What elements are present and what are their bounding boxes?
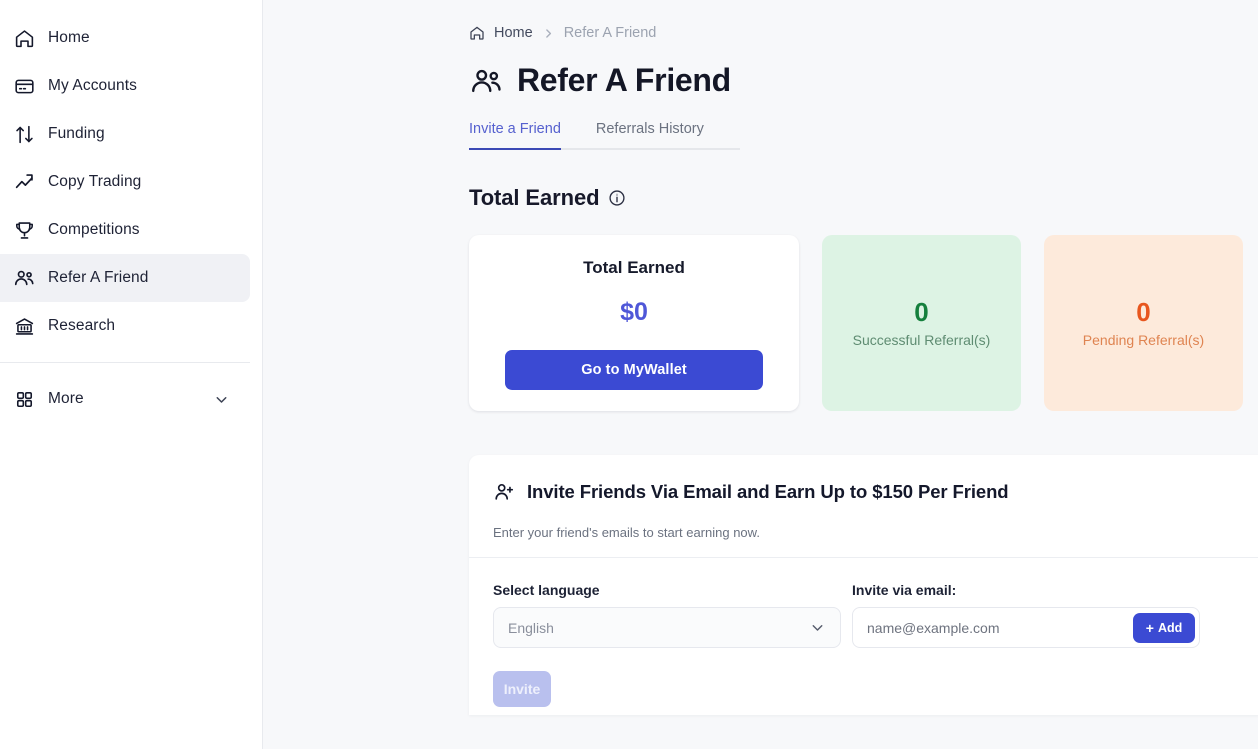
sidebar-item-label: Refer A Friend — [48, 269, 149, 286]
section-title: Total Earned — [469, 185, 600, 210]
sidebar-item-funding[interactable]: Funding — [0, 110, 250, 158]
sidebar-item-label: Research — [48, 317, 116, 334]
breadcrumb-home-link[interactable]: Home — [494, 25, 533, 41]
language-select-value: English — [508, 619, 554, 636]
invite-via-email-label: Invite via email: — [852, 582, 957, 598]
people-group-icon — [8, 267, 40, 289]
content-wrapper: Home Refer A Friend Refer A Friend Invit… — [263, 0, 1258, 715]
email-input[interactable] — [867, 619, 1133, 636]
chevron-down-icon — [809, 619, 826, 636]
language-select[interactable]: English — [493, 607, 841, 648]
grid-dots-icon — [8, 390, 40, 409]
home-icon — [8, 28, 40, 49]
add-email-button-label: Add — [1157, 620, 1183, 635]
sidebar-item-competitions[interactable]: Competitions — [0, 206, 250, 254]
invite-form-row: Select language English Invite via email… — [493, 582, 1258, 648]
go-to-mywallet-button[interactable]: Go to MyWallet — [505, 350, 763, 390]
tab-referrals-history[interactable]: Referrals History — [596, 115, 704, 148]
trophy-icon — [8, 220, 40, 241]
bank-icon — [8, 316, 40, 337]
invite-button[interactable]: Invite — [493, 671, 551, 707]
sidebar-item-my-accounts[interactable]: My Accounts — [0, 62, 250, 110]
invite-panel-title: Invite Friends Via Email and Earn Up to … — [527, 481, 1009, 502]
page-title-row: Refer A Friend — [469, 62, 1258, 99]
invite-panel-subtitle: Enter your friend's emails to start earn… — [493, 525, 760, 540]
total-earned-card-label: Total Earned — [583, 258, 685, 277]
invite-panel-header: Invite Friends Via Email and Earn Up to … — [493, 481, 1258, 503]
stat-cards: Total Earned $0 Go to MyWallet 0 Success… — [469, 235, 1258, 411]
user-plus-icon — [493, 481, 515, 503]
chevron-right-icon — [542, 27, 555, 40]
sidebar-item-label: My Accounts — [48, 77, 137, 94]
pending-referrals-value: 0 — [1136, 296, 1151, 327]
pending-referrals-card: 0 Pending Referral(s) — [1044, 235, 1243, 411]
tab-invite-a-friend[interactable]: Invite a Friend — [469, 115, 561, 150]
pending-referrals-label: Pending Referral(s) — [1082, 331, 1205, 348]
successful-referrals-label: Successful Referral(s) — [852, 331, 991, 348]
language-field-group: Select language English — [493, 582, 841, 648]
email-field-group: Invite via email: + Add — [852, 582, 1200, 648]
sidebar-item-label: Copy Trading — [48, 173, 142, 190]
sidebar-item-label: Funding — [48, 125, 105, 142]
tab-bar: Invite a Friend Referrals History — [469, 115, 740, 150]
email-input-wrapper: + Add — [852, 607, 1200, 648]
info-circle-icon[interactable] — [608, 189, 626, 207]
main-content: Home Refer A Friend Refer A Friend Invit… — [263, 0, 1258, 749]
breadcrumb: Home Refer A Friend — [469, 22, 1258, 44]
successful-referrals-value: 0 — [914, 296, 929, 327]
total-earned-card: Total Earned $0 Go to MyWallet — [469, 235, 799, 411]
sidebar-item-label: Competitions — [48, 221, 140, 238]
sidebar-divider — [0, 362, 250, 363]
people-group-icon — [469, 64, 503, 98]
trend-up-icon — [8, 172, 40, 193]
sidebar-item-home[interactable]: Home — [0, 14, 250, 62]
sidebar-item-label: Home — [48, 29, 90, 46]
plus-icon: + — [1145, 619, 1154, 636]
sidebar-item-research[interactable]: Research — [0, 302, 250, 350]
sidebar-item-refer-a-friend[interactable]: Refer A Friend — [0, 254, 250, 302]
arrows-up-down-icon — [8, 124, 40, 145]
total-earned-heading-row: Total Earned — [469, 185, 1258, 211]
home-icon — [469, 25, 485, 41]
chevron-down-icon[interactable] — [213, 391, 230, 408]
sidebar-item-copy-trading[interactable]: Copy Trading — [0, 158, 250, 206]
panel-divider — [469, 557, 1258, 558]
sidebar: Home My Accounts Funding Copy Trading Co… — [0, 0, 263, 749]
total-earned-value: $0 — [620, 298, 648, 326]
add-email-button[interactable]: + Add — [1133, 612, 1195, 643]
credit-card-icon — [8, 76, 40, 97]
select-language-label: Select language — [493, 582, 600, 598]
breadcrumb-current: Refer A Friend — [563, 25, 657, 41]
page-title: Refer A Friend — [517, 62, 731, 98]
invite-panel: Invite Friends Via Email and Earn Up to … — [469, 455, 1258, 715]
successful-referrals-card: 0 Successful Referral(s) — [822, 235, 1021, 411]
app-root: Home My Accounts Funding Copy Trading Co… — [0, 0, 1258, 749]
sidebar-item-more[interactable]: More — [0, 375, 250, 423]
sidebar-item-label: More — [48, 390, 84, 407]
